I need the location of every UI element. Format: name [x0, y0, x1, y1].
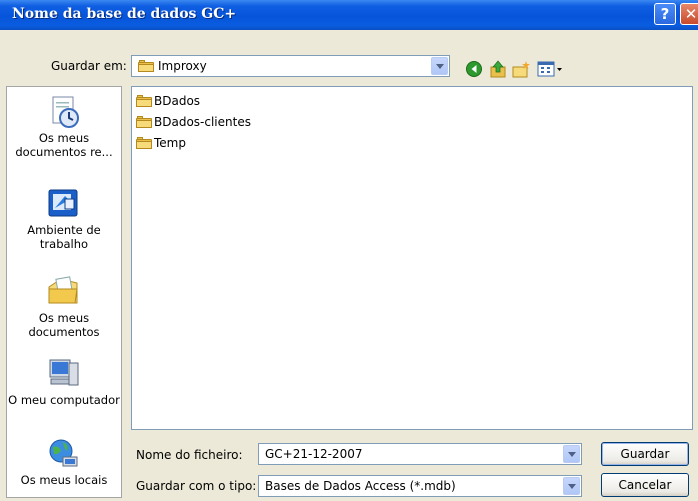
place-recent-documents[interactable]: Os meus documentos re... — [7, 95, 121, 159]
filename-value: GC+21-12-2007 — [265, 447, 363, 461]
views-menu-icon[interactable] — [537, 60, 563, 78]
file-name: BDados — [154, 94, 201, 108]
filetype-label: Guardar com o tipo: — [136, 479, 257, 493]
filetype-value: Bases de Dados Access (*.mdb) — [265, 479, 456, 493]
place-label: O meu computador — [8, 393, 120, 407]
place-label: Os meus documentos re... — [15, 131, 113, 159]
list-item[interactable]: BDados-clientes — [136, 114, 251, 130]
my-computer-icon — [47, 357, 81, 389]
filetype-select[interactable]: Bases de Dados Access (*.mdb) — [258, 475, 582, 497]
place-label: Ambiente de trabalho — [27, 223, 101, 251]
filename-label: Nome do ficheiro: — [136, 448, 243, 462]
place-desktop[interactable]: Ambiente de trabalho — [7, 187, 121, 251]
close-button[interactable]: ✕ — [680, 3, 698, 25]
save-in-label: Guardar em: — [51, 59, 127, 73]
help-button[interactable]: ? — [654, 3, 676, 25]
place-my-documents[interactable]: Os meus documentos — [7, 275, 121, 339]
network-places-icon — [47, 437, 81, 469]
save-button[interactable]: Guardar — [601, 442, 689, 466]
place-network-places[interactable]: Os meus locais — [7, 437, 121, 487]
window-title: Nome da base de dados GC+ — [12, 6, 237, 22]
list-item[interactable]: Temp — [136, 135, 186, 151]
folder-icon — [136, 137, 152, 149]
save-in-combo[interactable]: Improxy — [131, 55, 450, 77]
my-documents-icon — [47, 275, 81, 307]
filetype-dropdown-button[interactable] — [563, 477, 580, 495]
desktop-icon — [47, 187, 81, 219]
new-folder-icon[interactable] — [512, 60, 530, 78]
folder-icon — [136, 95, 152, 107]
folder-icon — [138, 60, 154, 72]
file-name: BDados-clientes — [154, 115, 251, 129]
cancel-button[interactable]: Cancelar — [601, 473, 689, 497]
place-label: Os meus documentos — [28, 311, 100, 339]
recent-documents-icon — [47, 95, 81, 128]
place-my-computer[interactable]: O meu computador — [7, 357, 121, 407]
file-list[interactable]: BDados BDados-clientes Temp — [131, 86, 693, 430]
save-in-dropdown-button[interactable] — [431, 57, 448, 75]
places-bar: Os meus documentos re... Ambiente de tra… — [6, 86, 122, 498]
list-item[interactable]: BDados — [136, 93, 200, 109]
folder-icon — [136, 116, 152, 128]
save-in-value: Improxy — [158, 59, 207, 73]
filename-input[interactable]: GC+21-12-2007 — [258, 443, 582, 465]
back-icon[interactable] — [465, 60, 483, 78]
place-label: Os meus locais — [20, 473, 108, 487]
up-folder-icon[interactable] — [489, 60, 507, 78]
filename-dropdown-button[interactable] — [563, 445, 580, 463]
title-bar[interactable]: Nome da base de dados GC+ ? ✕ — [0, 0, 698, 30]
save-dialog: Nome da base de dados GC+ ? ✕ Guardar em… — [0, 0, 698, 501]
file-name: Temp — [154, 136, 186, 150]
